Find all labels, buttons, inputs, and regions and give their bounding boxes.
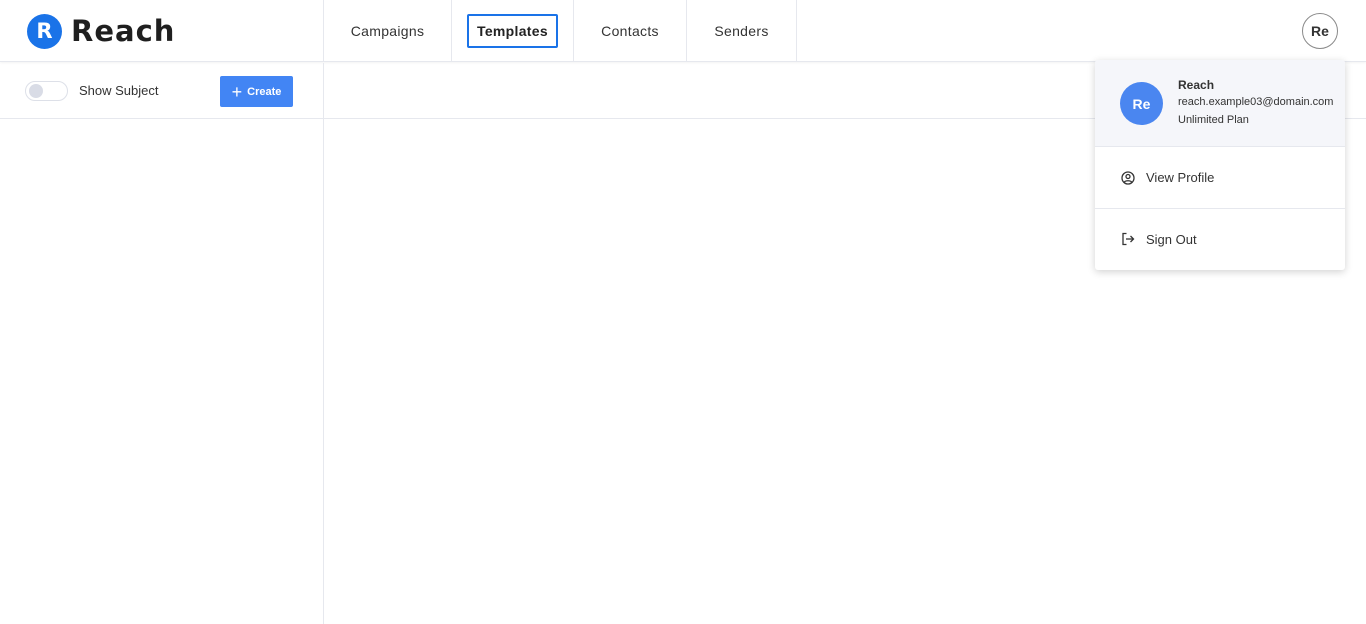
create-button[interactable]: + Create xyxy=(220,76,293,107)
profile-name: Reach xyxy=(1178,78,1215,92)
logo-mark-icon: R xyxy=(27,13,62,49)
plus-icon: + xyxy=(231,81,243,102)
tab-campaigns[interactable]: Campaigns xyxy=(323,0,451,62)
tab-senders[interactable]: Senders xyxy=(686,0,797,62)
profile-avatar: Re xyxy=(1120,82,1163,125)
logo[interactable]: R Reach xyxy=(27,13,176,49)
create-button-label: Create xyxy=(247,85,282,98)
show-subject-toggle[interactable] xyxy=(25,81,68,101)
app: R Reach Campaigns Templates Contacts Sen… xyxy=(0,0,1366,624)
toggle-knob xyxy=(29,84,43,98)
user-circle-icon xyxy=(1121,170,1135,185)
top-header: R Reach Campaigns Templates Contacts Sen… xyxy=(0,0,1366,62)
sign-out-label: Sign Out xyxy=(1146,231,1197,247)
profile-dropdown: Re Reach reach.example03@domain.com Unli… xyxy=(1095,60,1345,270)
tab-senders-label: Senders xyxy=(714,23,769,39)
logo-text: Reach xyxy=(71,14,176,48)
main-nav: Campaigns Templates Contacts Senders xyxy=(323,0,797,62)
view-profile-menu-item[interactable]: View Profile xyxy=(1095,147,1345,208)
sign-out-icon xyxy=(1121,232,1135,246)
sidebar-toolbar: Show Subject + Create xyxy=(0,63,323,119)
tab-contacts-label: Contacts xyxy=(601,23,659,39)
user-avatar-button[interactable]: Re xyxy=(1302,13,1338,49)
tab-templates[interactable]: Templates xyxy=(451,0,573,62)
view-profile-label: View Profile xyxy=(1146,170,1215,185)
sign-out-menu-item[interactable]: Sign Out xyxy=(1095,208,1345,269)
tab-templates-label: Templates xyxy=(467,14,558,48)
tab-contacts[interactable]: Contacts xyxy=(573,0,686,62)
profile-plan: Unlimited Plan xyxy=(1178,114,1249,126)
tab-campaigns-label: Campaigns xyxy=(350,23,425,39)
show-subject-label: Show Subject xyxy=(79,83,159,98)
templates-sidebar: Show Subject + Create xyxy=(0,63,324,624)
profile-email: reach.example03@domain.com xyxy=(1178,96,1334,108)
profile-header: Re Reach reach.example03@domain.com Unli… xyxy=(1095,60,1345,147)
